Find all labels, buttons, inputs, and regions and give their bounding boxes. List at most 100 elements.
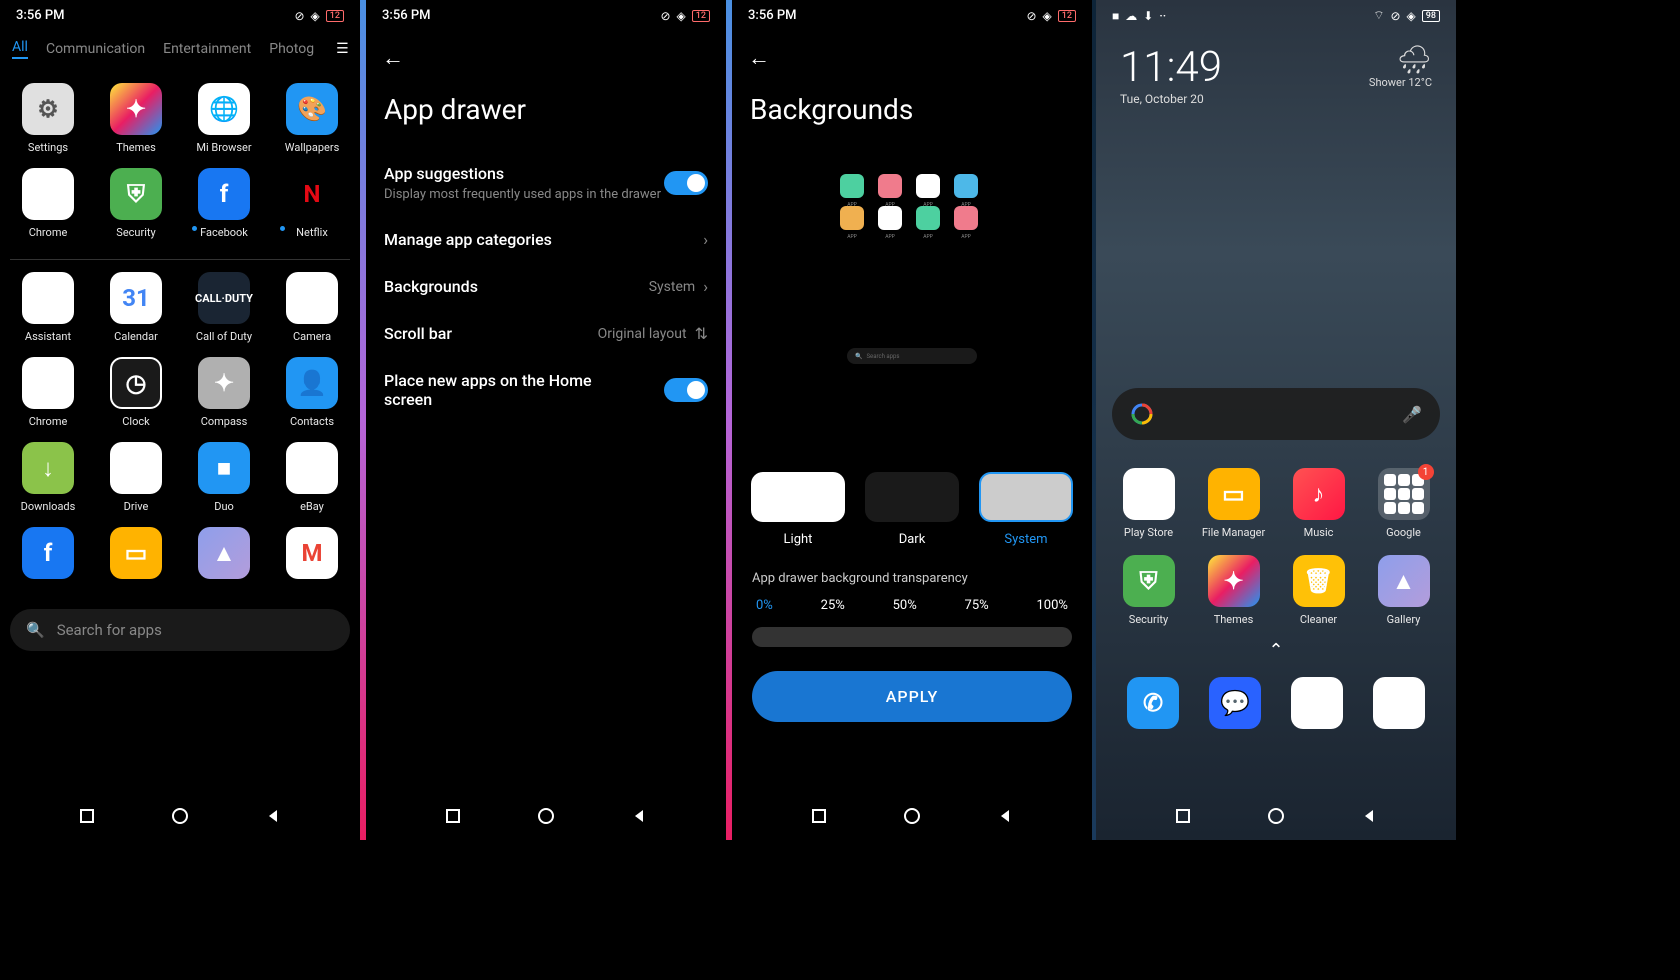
setting-backgrounds[interactable]: Backgrounds System › <box>366 263 726 310</box>
tab-entertainment[interactable]: Entertainment <box>163 41 251 57</box>
nav-home[interactable] <box>902 806 922 826</box>
nav-back[interactable] <box>263 806 283 826</box>
app-icon[interactable]: ◉ <box>1291 677 1343 729</box>
setting-scroll-bar[interactable]: Scroll bar Original layout ⇅ <box>366 310 726 357</box>
app-icon: 👤 <box>286 357 338 409</box>
status-icons-right: ⌔ ⊘ ◈ 98 <box>1373 8 1440 23</box>
transparency-value[interactable]: 25% <box>821 598 845 613</box>
app-netflix[interactable]: NNetflix <box>272 168 352 239</box>
app-themes[interactable]: ✦Themes <box>96 83 176 154</box>
app-settings[interactable]: ⚙Settings <box>8 83 88 154</box>
setting-title: Manage app categories <box>384 230 552 249</box>
app-icon[interactable]: f <box>8 527 88 585</box>
nav-recent[interactable] <box>809 806 829 826</box>
drawer-indicator-icon[interactable]: ⌃ <box>1096 634 1456 667</box>
app-icon: ◷ <box>110 357 162 409</box>
clock-widget[interactable]: 11:49 Tue, October 20 🌧 Shower 12°C <box>1096 31 1456 118</box>
badge: 1 <box>1418 464 1434 480</box>
nav-bar <box>366 792 726 840</box>
app-label: Calendar <box>114 330 158 343</box>
app-facebook[interactable]: fFacebook <box>184 168 264 239</box>
setting-manage-categories[interactable]: Manage app categories › <box>366 216 726 263</box>
transparency-value[interactable]: 100% <box>1037 598 1068 613</box>
app-chrome[interactable]: ◉Chrome <box>8 357 88 428</box>
status-icons: ⊘ ◈ 12 <box>294 9 344 23</box>
transparency-slider[interactable] <box>752 627 1072 647</box>
app-downloads[interactable]: ↓Downloads <box>8 442 88 513</box>
app-compass[interactable]: ✦Compass <box>184 357 264 428</box>
nav-recent[interactable] <box>1173 806 1193 826</box>
bg-option-light[interactable]: Light <box>751 472 845 547</box>
app-icon[interactable]: ◎ <box>1373 677 1425 729</box>
app-camera[interactable]: ◎Camera <box>272 272 352 343</box>
preview-search: 🔍Search apps <box>847 348 977 364</box>
weather-widget[interactable]: 🌧 Shower 12°C <box>1369 43 1432 106</box>
bg-option-system[interactable]: System <box>979 472 1073 547</box>
status-icons: ⊘ ◈ 12 <box>1026 9 1076 23</box>
app-security[interactable]: ⛨Security <box>1110 555 1187 626</box>
nav-home[interactable] <box>1266 806 1286 826</box>
app-icon: ✦ <box>1208 555 1260 607</box>
app-drive[interactable]: ▲Drive <box>96 442 176 513</box>
app-call-of-duty[interactable]: CALL·DUTYCall of Duty <box>184 272 264 343</box>
app-label: File Manager <box>1202 526 1265 539</box>
app-duo[interactable]: ■Duo <box>184 442 264 513</box>
bg-option-dark[interactable]: Dark <box>865 472 959 547</box>
app-icon: ebay <box>286 442 338 494</box>
setting-title: Scroll bar <box>384 324 452 343</box>
mic-icon[interactable]: 🎤 <box>1402 405 1422 424</box>
app-google[interactable]: 1Google <box>1365 468 1442 539</box>
app-label: Google <box>1386 526 1421 539</box>
tab-communication[interactable]: Communication <box>46 41 145 57</box>
transparency-value[interactable]: 50% <box>893 598 917 613</box>
tab-all[interactable]: All <box>12 39 28 59</box>
app-mi-browser[interactable]: 🌐Mi Browser <box>184 83 264 154</box>
app-music[interactable]: ♪Music <box>1280 468 1357 539</box>
search-placeholder: Search for apps <box>57 621 162 639</box>
apply-button[interactable]: APPLY <box>752 671 1072 722</box>
google-search-bar[interactable]: 🎤 <box>1112 388 1440 440</box>
menu-icon[interactable]: ☰ <box>332 41 353 57</box>
nav-back[interactable] <box>995 806 1015 826</box>
app-clock[interactable]: ◷Clock <box>96 357 176 428</box>
tab-photography[interactable]: Photog <box>269 41 314 57</box>
app-icon: ▭ <box>1208 468 1260 520</box>
app-file-manager[interactable]: ▭ File Manager <box>1195 468 1272 539</box>
transparency-value[interactable]: 0% <box>756 598 773 613</box>
app-label: Cleaner <box>1300 613 1337 626</box>
app-icon[interactable]: ▲ <box>184 527 264 585</box>
app-chrome[interactable]: ◉Chrome <box>8 168 88 239</box>
app-contacts[interactable]: 👤Contacts <box>272 357 352 428</box>
app-icon: ◎ <box>286 272 338 324</box>
transparency-value[interactable]: 75% <box>965 598 989 613</box>
app-gallery[interactable]: ▲Gallery <box>1365 555 1442 626</box>
battery-icon: 12 <box>326 10 344 22</box>
toggle-app-suggestions[interactable] <box>664 171 708 195</box>
app-icon[interactable]: M <box>272 527 352 585</box>
app-play-store[interactable]: ▶Play Store <box>1110 468 1187 539</box>
app-label: Music <box>1304 526 1334 539</box>
app-security[interactable]: ⛨Security <box>96 168 176 239</box>
app-themes[interactable]: ✦Themes <box>1195 555 1272 626</box>
nav-home[interactable] <box>170 806 190 826</box>
nav-back[interactable] <box>1359 806 1379 826</box>
nav-recent[interactable] <box>77 806 97 826</box>
nav-home[interactable] <box>536 806 556 826</box>
back-button[interactable]: ← <box>732 31 1092 85</box>
app-assistant[interactable]: ⋮⋮Assistant <box>8 272 88 343</box>
app-icon[interactable]: ▭ <box>96 527 176 585</box>
app-label: Mi Browser <box>196 141 251 154</box>
app-icon[interactable]: ✆ <box>1127 677 1179 729</box>
back-button[interactable]: ← <box>366 31 726 85</box>
setting-new-apps-home[interactable]: Place new apps on the Home screen <box>366 357 726 423</box>
app-icon[interactable]: 💬 <box>1209 677 1261 729</box>
toggle-new-apps[interactable] <box>664 378 708 402</box>
app-ebay[interactable]: ebayeBay <box>272 442 352 513</box>
app-calendar[interactable]: 31Calendar <box>96 272 176 343</box>
app-wallpapers[interactable]: 🎨Wallpapers <box>272 83 352 154</box>
nav-recent[interactable] <box>443 806 463 826</box>
app-cleaner[interactable]: 🗑Cleaner <box>1280 555 1357 626</box>
setting-app-suggestions[interactable]: App suggestions Display most frequently … <box>366 150 726 216</box>
search-bar[interactable]: 🔍 Search for apps <box>10 609 350 651</box>
nav-back[interactable] <box>629 806 649 826</box>
